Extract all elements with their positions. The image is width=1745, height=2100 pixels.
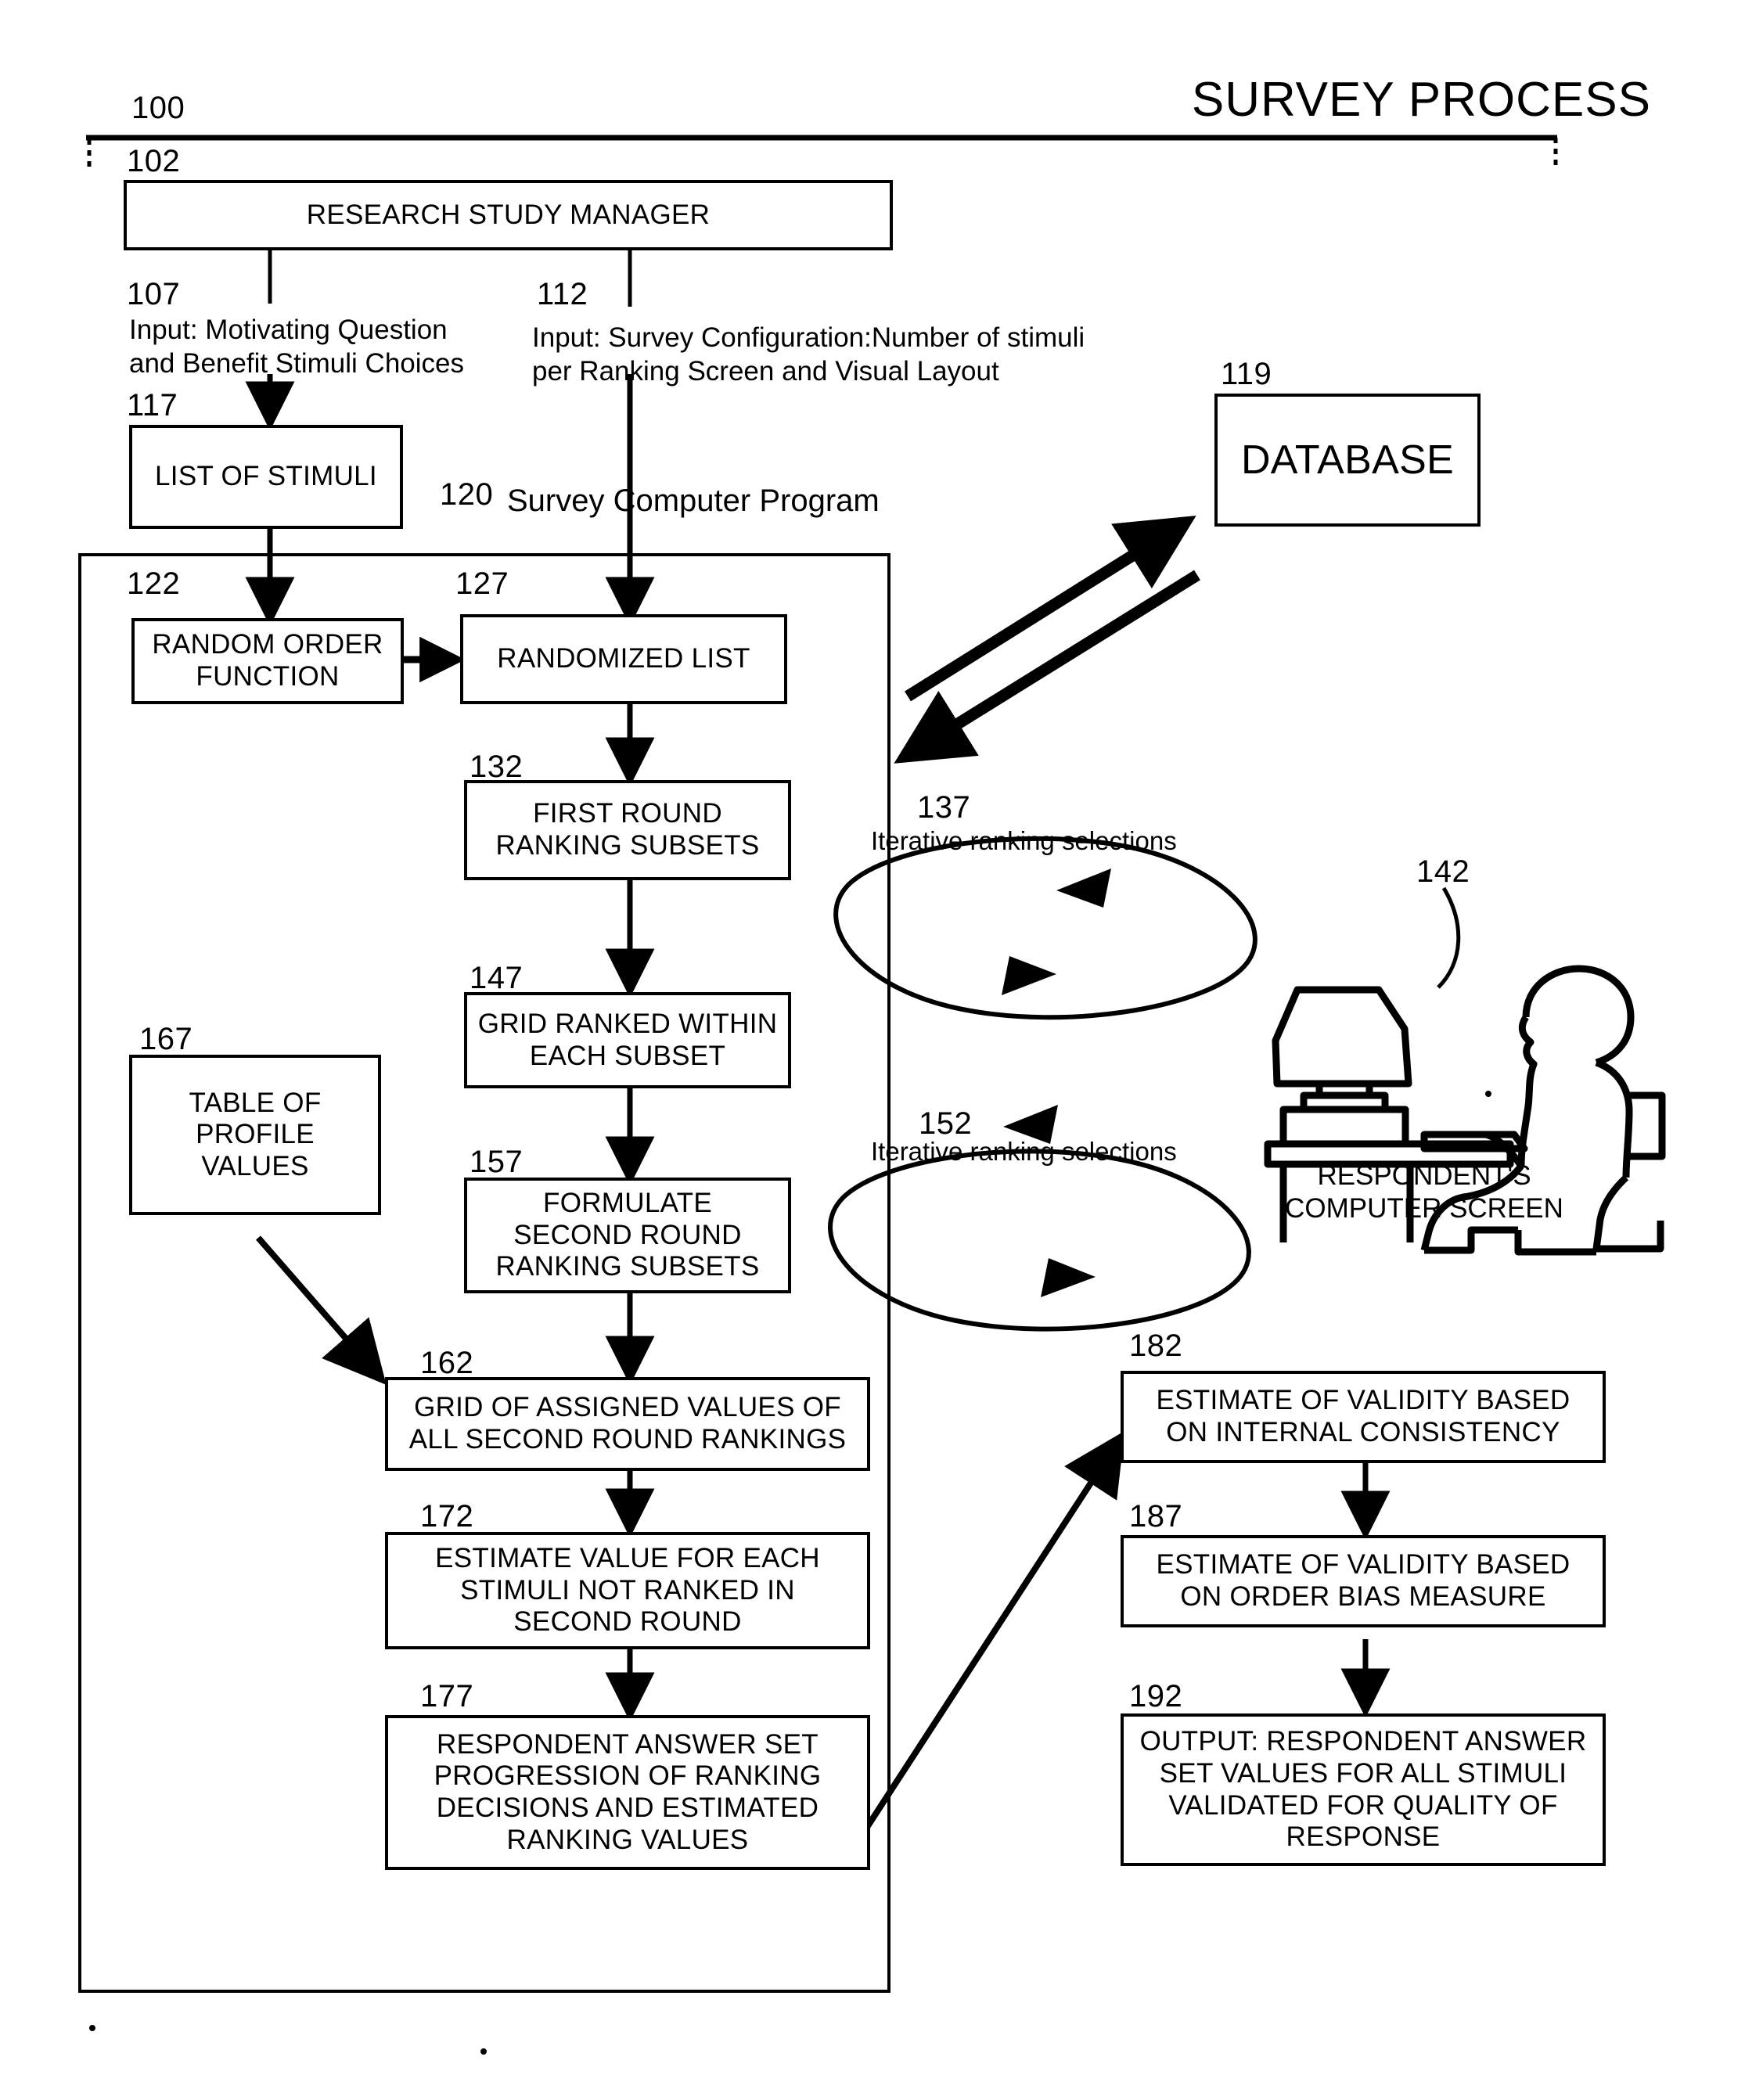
loop-137-label: Iterative ranking selections bbox=[871, 826, 1177, 855]
ref-102: 102 bbox=[127, 144, 181, 178]
output-respondent-answer-set-values-label: OUTPUT: RESPONDENT ANSWER SET VALUES FOR… bbox=[1139, 1726, 1587, 1853]
respondent-answer-set-progression-box[interactable]: RESPONDENT ANSWER SET PROGRESSION OF RAN… bbox=[385, 1715, 870, 1870]
output-respondent-answer-set-values-box[interactable]: OUTPUT: RESPONDENT ANSWER SET VALUES FOR… bbox=[1121, 1713, 1606, 1866]
estimate-validity-order-bias-label: ESTIMATE OF VALIDITY BASED ON ORDER BIAS… bbox=[1156, 1549, 1570, 1612]
estimate-validity-order-bias-box[interactable]: ESTIMATE OF VALIDITY BASED ON ORDER BIAS… bbox=[1121, 1535, 1606, 1627]
research-study-manager-box[interactable]: RESEARCH STUDY MANAGER bbox=[124, 180, 893, 250]
ref-152: 152 bbox=[919, 1106, 973, 1141]
arrow-program-to-database bbox=[905, 516, 1196, 702]
input-motivating-question-note: Input: Motivating Question and Benefit S… bbox=[129, 315, 464, 379]
estimate-validity-internal-consistency-label: ESTIMATE OF VALIDITY BASED ON INTERNAL C… bbox=[1156, 1385, 1570, 1447]
ref-112: 112 bbox=[537, 277, 588, 311]
estimate-value-each-stimuli-label: ESTIMATE VALUE FOR EACH STIMULI NOT RANK… bbox=[435, 1543, 820, 1638]
print-speck bbox=[1485, 1091, 1491, 1097]
ref-107: 107 bbox=[127, 277, 181, 311]
first-round-ranking-subsets-label: FIRST ROUND RANKING SUBSETS bbox=[495, 798, 760, 861]
respondents-computer-screen-caption: RESPONDENT'S COMPUTER SCREEN bbox=[1285, 1160, 1563, 1224]
database-box[interactable]: DATABASE bbox=[1214, 394, 1481, 527]
respondent-answer-set-progression-label: RESPONDENT ANSWER SET PROGRESSION OF RAN… bbox=[434, 1728, 822, 1855]
formulate-second-round-ranking-subsets-box[interactable]: FORMULATE SECOND ROUND RANKING SUBSETS bbox=[464, 1178, 791, 1293]
ref-119: 119 bbox=[1221, 357, 1272, 391]
figure-title: SURVEY PROCESS bbox=[1191, 73, 1651, 127]
arrow-database-to-program bbox=[894, 570, 1200, 764]
ref-117: 117 bbox=[127, 388, 178, 423]
survey-computer-program-label: Survey Computer Program bbox=[507, 484, 880, 518]
ref-192: 192 bbox=[1129, 1679, 1183, 1713]
ref-137: 137 bbox=[917, 790, 971, 825]
grid-of-assigned-values-label: GRID OF ASSIGNED VALUES OF ALL SECOND RO… bbox=[408, 1392, 847, 1455]
header-rule bbox=[86, 135, 1558, 171]
random-order-function-label: RANDOM ORDER FUNCTION bbox=[152, 629, 383, 692]
ref-100: 100 bbox=[131, 91, 185, 125]
first-round-ranking-subsets-box[interactable]: FIRST ROUND RANKING SUBSETS bbox=[464, 780, 791, 880]
print-speck bbox=[89, 2025, 95, 2031]
ref-187: 187 bbox=[1129, 1499, 1183, 1534]
table-of-profile-values-box[interactable]: TABLE OF PROFILE VALUES bbox=[129, 1055, 381, 1215]
grid-ranked-within-each-subset-label: GRID RANKED WITHIN EACH SUBSET bbox=[477, 1008, 778, 1071]
research-study-manager-label: RESEARCH STUDY MANAGER bbox=[306, 199, 711, 230]
arrow-177-to-182 bbox=[862, 1430, 1125, 1833]
list-of-stimuli-label: LIST OF STIMULI bbox=[155, 461, 377, 492]
loop-137 bbox=[833, 836, 1257, 1020]
table-of-profile-values-label: TABLE OF PROFILE VALUES bbox=[189, 1087, 322, 1181]
database-label: DATABASE bbox=[1240, 437, 1455, 483]
grid-ranked-within-each-subset-box[interactable]: GRID RANKED WITHIN EACH SUBSET bbox=[464, 992, 791, 1088]
estimate-value-each-stimuli-box[interactable]: ESTIMATE VALUE FOR EACH STIMULI NOT RANK… bbox=[385, 1532, 870, 1649]
ref-120: 120 bbox=[440, 477, 494, 512]
input-survey-configuration-note: Input: Survey Configuration:Number of st… bbox=[532, 322, 1085, 387]
loop-152-label: Iterative ranking selections bbox=[871, 1137, 1177, 1166]
random-order-function-box[interactable]: RANDOM ORDER FUNCTION bbox=[131, 618, 404, 704]
leader-142 bbox=[1437, 886, 1461, 989]
estimate-validity-internal-consistency-box[interactable]: ESTIMATE OF VALIDITY BASED ON INTERNAL C… bbox=[1121, 1371, 1606, 1463]
print-speck bbox=[480, 2048, 487, 2055]
randomized-list-box[interactable]: RANDOMIZED LIST bbox=[460, 614, 787, 704]
formulate-second-round-ranking-subsets-label: FORMULATE SECOND ROUND RANKING SUBSETS bbox=[495, 1188, 760, 1282]
randomized-list-label: RANDOMIZED LIST bbox=[497, 643, 750, 674]
list-of-stimuli-box[interactable]: LIST OF STIMULI bbox=[129, 425, 403, 529]
grid-of-assigned-values-box[interactable]: GRID OF ASSIGNED VALUES OF ALL SECOND RO… bbox=[385, 1377, 870, 1471]
ref-142: 142 bbox=[1416, 854, 1470, 889]
patent-figure-survey-process: SURVEY PROCESS 100 102 107 112 117 119 1… bbox=[0, 0, 1745, 2100]
ref-182: 182 bbox=[1129, 1329, 1183, 1363]
